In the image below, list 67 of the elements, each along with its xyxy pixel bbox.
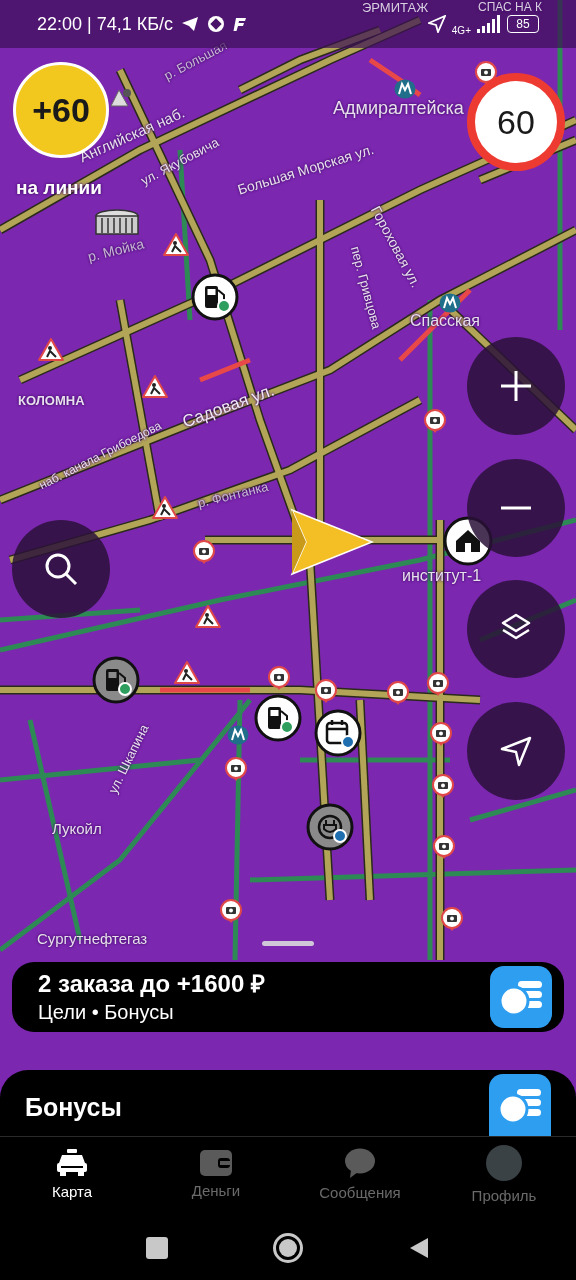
map-label: р. Фонтанка	[196, 479, 270, 510]
chat-bubble-icon	[345, 1147, 375, 1178]
camera-icon	[225, 757, 247, 782]
paper-plane-icon	[181, 16, 200, 32]
drag-handle	[262, 941, 314, 946]
signal-icon	[477, 15, 501, 33]
recents-button[interactable]	[146, 1236, 168, 1259]
goal-subtitle: Цели • Бонусы	[38, 1000, 175, 1025]
wallet-icon	[200, 1149, 232, 1176]
camera-icon	[268, 666, 290, 691]
metro-icon	[227, 725, 249, 745]
map-label: СПАС НА К	[478, 1, 543, 13]
app-circle-icon	[207, 15, 226, 33]
network-type: 4G+	[451, 26, 471, 36]
nav-tab[interactable]: Профиль	[432, 1144, 576, 1208]
search-icon	[44, 552, 78, 586]
avatar	[486, 1144, 522, 1181]
metro-icon	[394, 79, 416, 99]
construction-sign-icon	[195, 605, 221, 628]
navigation-arrow-icon	[290, 508, 374, 576]
nav-tab[interactable]: Деньги	[144, 1149, 288, 1203]
map-label: ЭРМИТАЖ	[362, 1, 429, 14]
map-label: Сургутнефтегаз	[37, 931, 148, 946]
camera-icon	[432, 774, 454, 799]
goal-title: 2 заказа до +1600 ₽	[38, 969, 265, 999]
location-arrow-icon	[427, 15, 446, 33]
camera-icon	[424, 409, 446, 434]
construction-sign-icon	[152, 496, 178, 519]
status-text: 22:00 | 74,1 КБ/с	[37, 12, 174, 36]
camera-icon	[193, 540, 215, 565]
fuel-pump-icon	[92, 656, 140, 704]
construction-sign-icon	[142, 375, 168, 398]
camera-icon	[441, 907, 463, 932]
map-label: Адмиралтейска	[333, 99, 464, 117]
minus-icon	[499, 506, 533, 510]
home-button[interactable]	[273, 1232, 303, 1263]
construction-sign-icon	[38, 338, 64, 361]
taxi-car-icon	[56, 1148, 88, 1177]
road-warning-icon	[110, 88, 132, 108]
camera-icon	[427, 672, 449, 697]
fuel-pump-icon	[191, 273, 239, 321]
battery-indicator: 85	[507, 15, 539, 33]
coins-icon	[490, 966, 552, 1028]
plus-icon	[499, 369, 533, 403]
metro-icon	[439, 293, 461, 313]
map-label: р. Мойка	[86, 236, 146, 264]
camera-icon	[315, 679, 337, 704]
nav-tab[interactable]: Сообщения	[288, 1147, 432, 1205]
camera-icon	[430, 722, 452, 747]
camera-icon	[220, 899, 242, 924]
coins-icon	[489, 1074, 551, 1136]
goal-card[interactable]: 2 заказа до +1600 ₽ Цели • Бонусы	[12, 962, 564, 1032]
construction-sign-icon	[163, 233, 189, 256]
sheet-title: Бонусы	[25, 1091, 122, 1123]
map-label: Лукойл	[52, 821, 102, 836]
back-button[interactable]	[408, 1236, 430, 1259]
calendar-icon	[314, 709, 362, 757]
plug-icon	[306, 803, 354, 851]
camera-icon	[387, 681, 409, 706]
camera-icon	[433, 835, 455, 860]
construction-sign-icon	[174, 661, 200, 684]
map-label: КОЛОМНА	[18, 394, 85, 407]
navigation-icon	[500, 735, 532, 767]
letter-f-icon	[233, 16, 248, 32]
nav-tab[interactable]: Карта	[0, 1148, 144, 1204]
map-label: пер. Гривцова	[348, 244, 384, 331]
fuel-pump-icon	[254, 694, 302, 742]
